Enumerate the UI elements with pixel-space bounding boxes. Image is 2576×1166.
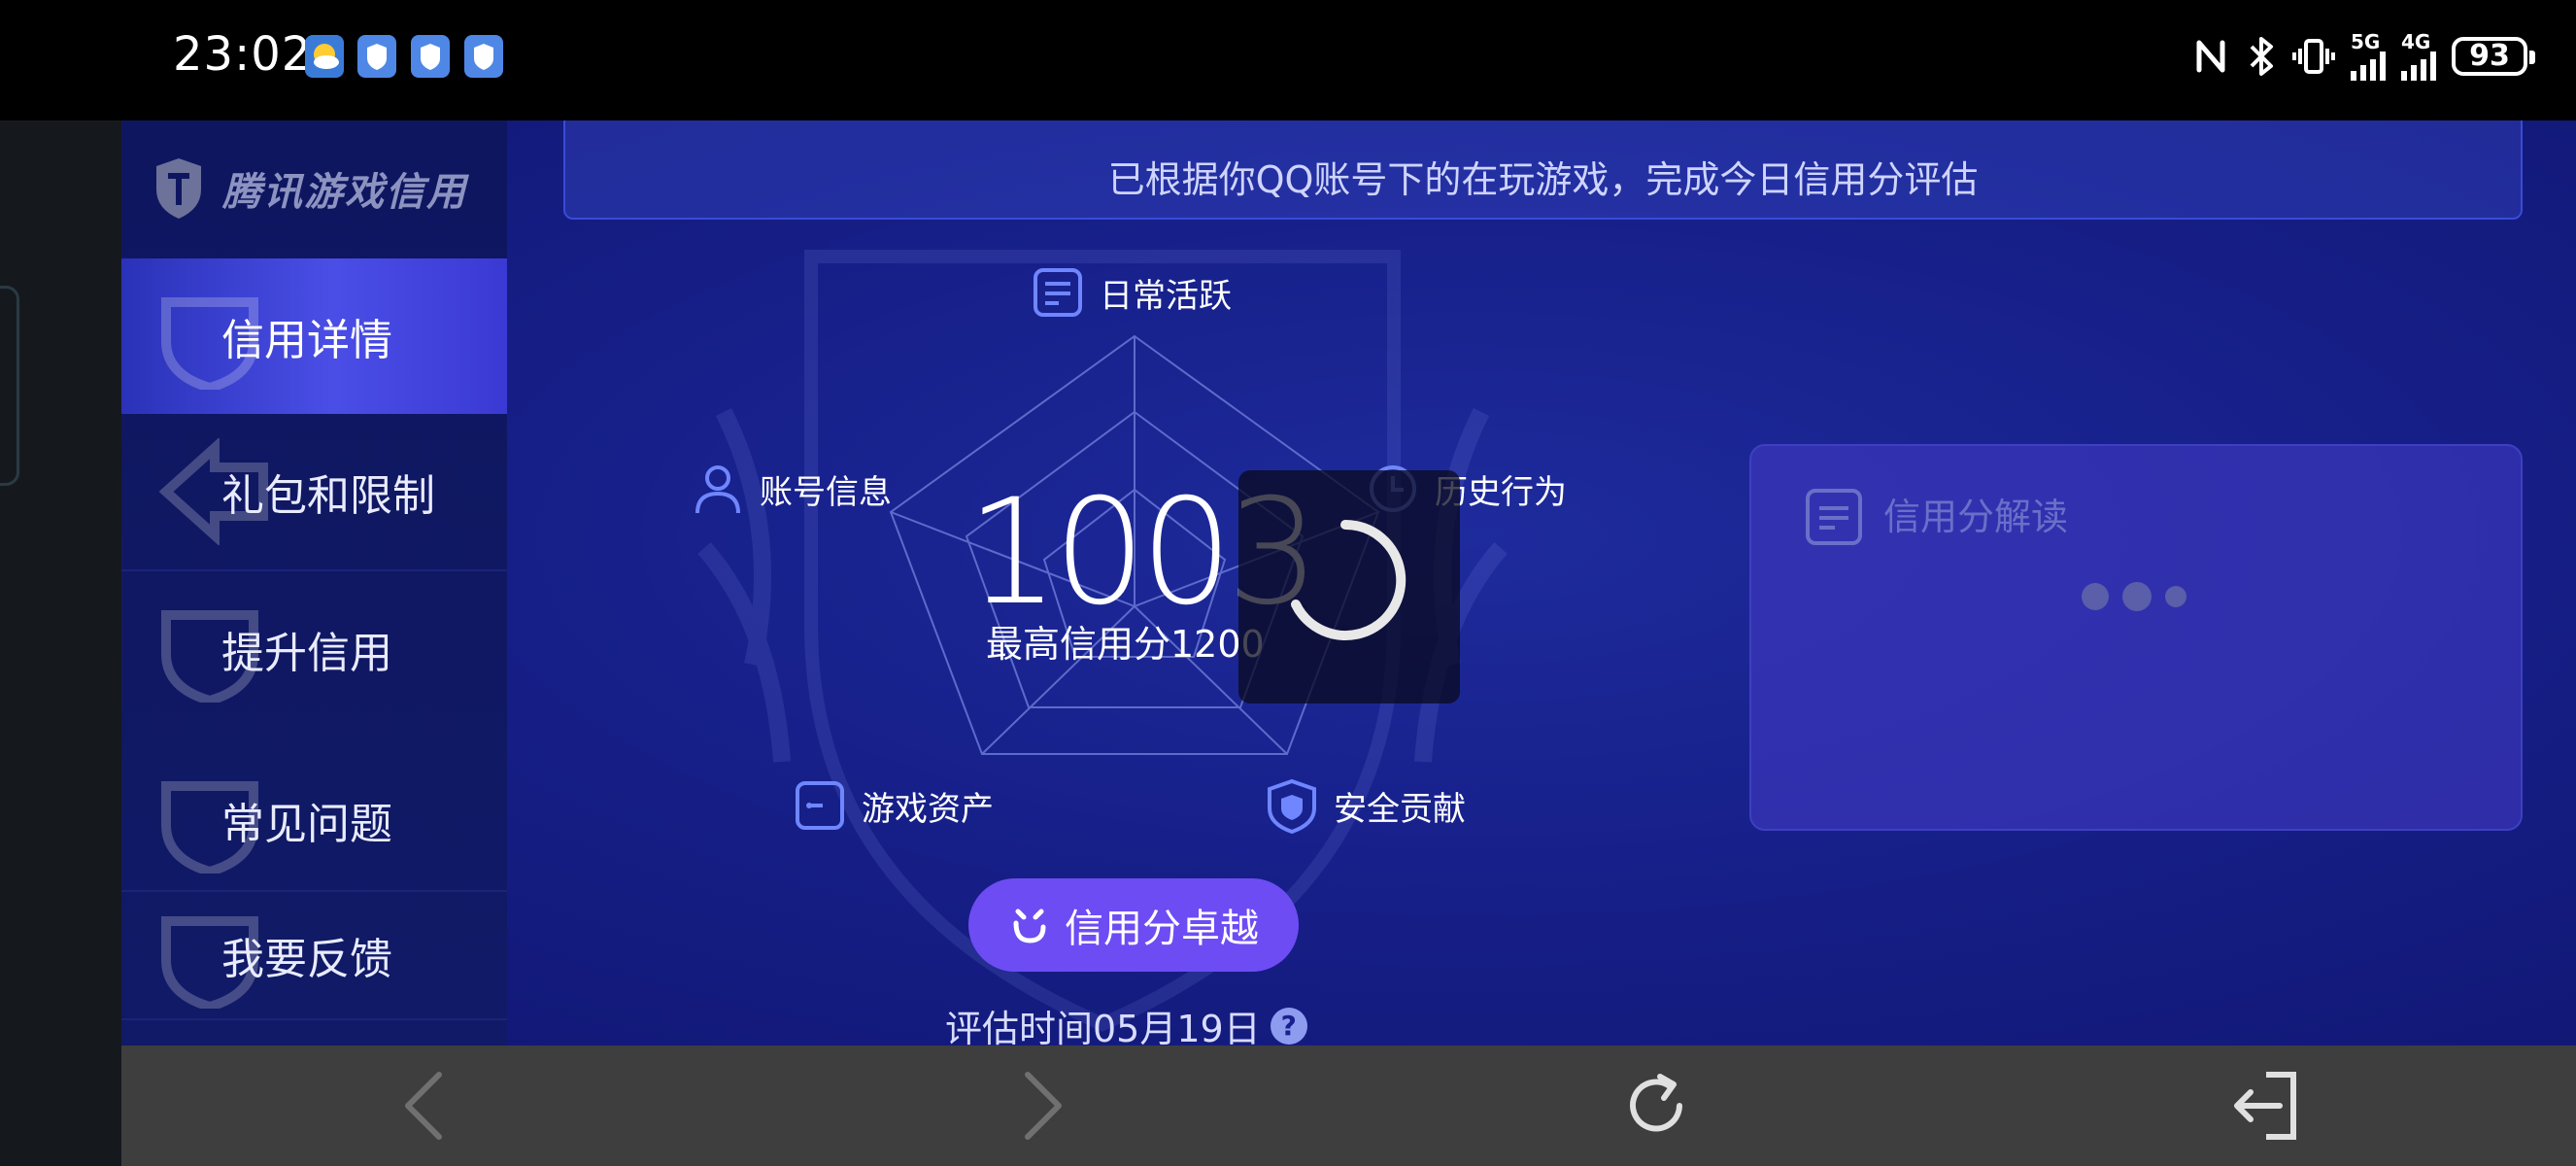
status-bar: 23:02 5G 4G 93 — [0, 0, 2576, 120]
shield-logo-icon — [156, 158, 201, 219]
radar-label-assets[interactable]: 游戏资产 — [792, 777, 994, 834]
sidebar-item-label: 礼包和限制 — [221, 471, 435, 521]
brand-logo: 腾讯游戏信用 — [151, 154, 467, 223]
shield-icon — [1268, 778, 1316, 834]
sidebar-item-gifts-limits[interactable]: 礼包和限制 — [121, 414, 507, 569]
dim-label-text: 账号信息 — [760, 472, 892, 512]
forward-button[interactable] — [1000, 1067, 1078, 1145]
signal-4g: 4G — [2401, 32, 2436, 81]
wallet-icon — [796, 781, 844, 830]
sidebar-item-label: 我要反馈 — [221, 935, 392, 984]
app-notification-icon — [464, 35, 503, 78]
smile-icon — [1013, 909, 1046, 943]
signal-bars-icon — [2351, 51, 2386, 81]
battery-icon: 93 — [2452, 37, 2535, 76]
evaluation-time: 评估时间05月19日 ? — [945, 999, 1307, 1046]
app-notification-icon — [357, 35, 396, 78]
max-score-text: 最高信用分1200 — [986, 623, 1265, 666]
credit-level-label: 信用分卓越 — [1065, 907, 1259, 951]
exit-button[interactable] — [2227, 1067, 2305, 1145]
credit-level-button[interactable]: 信用分卓越 — [968, 878, 1299, 972]
sidebar-item-improve-credit[interactable]: 提升信用 — [121, 571, 507, 727]
sidebar-item-label: 信用详情 — [221, 316, 392, 365]
status-time: 23:02 — [173, 27, 313, 82]
sidebar: 腾讯游戏信用 信用详情 礼包和限制 提升信用 常见问题 我要反馈 — [121, 120, 507, 1046]
document-icon — [1034, 268, 1082, 317]
refresh-button[interactable] — [1617, 1067, 1695, 1145]
credit-interpretation-card: 信用分解读 — [1749, 444, 2523, 831]
interpret-title: 信用分解读 — [1883, 496, 2069, 538]
brand-logo-text: 腾讯游戏信用 — [222, 170, 467, 215]
signal-bars-icon — [2401, 51, 2436, 81]
evaluation-time-text: 评估时间05月19日 — [945, 1008, 1261, 1046]
signal-5g: 5G — [2351, 32, 2386, 81]
radar-label-security[interactable]: 安全贡献 — [1264, 777, 1466, 834]
divider — [121, 1018, 507, 1020]
dim-label-text: 安全贡献 — [1334, 789, 1466, 829]
left-gutter — [0, 120, 121, 1166]
sidebar-item-label: 常见问题 — [221, 800, 392, 849]
app-notification-icon — [411, 35, 450, 78]
nfc-icon — [2196, 40, 2225, 73]
browser-toolbar — [121, 1046, 2576, 1166]
radar-label-daily-active[interactable]: 日常活跃 — [1030, 264, 1232, 321]
app-content: 腾讯游戏信用 信用详情 礼包和限制 提升信用 常见问题 我要反馈 已根据你QQ账… — [121, 120, 2576, 1046]
vibrate-icon — [2292, 39, 2335, 74]
document-icon — [1806, 489, 1862, 545]
edge-handle[interactable] — [0, 286, 19, 486]
bluetooth-icon — [2250, 37, 2273, 76]
loading-dots-icon — [2082, 582, 2186, 611]
sidebar-item-credit-details[interactable]: 信用详情 — [121, 258, 507, 414]
dim-label-text: 游戏资产 — [862, 789, 994, 829]
status-icons: 5G 4G 93 — [2191, 29, 2535, 84]
radar-label-account-info[interactable]: 账号信息 — [690, 461, 892, 517]
evaluation-banner: 已根据你QQ账号下的在玩游戏，完成今日信用分评估 — [563, 120, 2523, 220]
back-button[interactable] — [389, 1067, 466, 1145]
loading-spinner-icon — [1291, 519, 1407, 640]
help-icon[interactable]: ? — [1270, 1007, 1307, 1045]
banner-text: 已根据你QQ账号下的在玩游戏，完成今日信用分评估 — [1107, 158, 1979, 201]
user-icon — [695, 465, 740, 514]
sidebar-item-feedback[interactable]: 我要反馈 — [121, 892, 507, 1018]
dim-label-text: 日常活跃 — [1100, 276, 1232, 316]
weather-icon — [305, 35, 344, 78]
sidebar-item-faq[interactable]: 常见问题 — [121, 742, 507, 898]
sidebar-item-label: 提升信用 — [221, 629, 392, 678]
